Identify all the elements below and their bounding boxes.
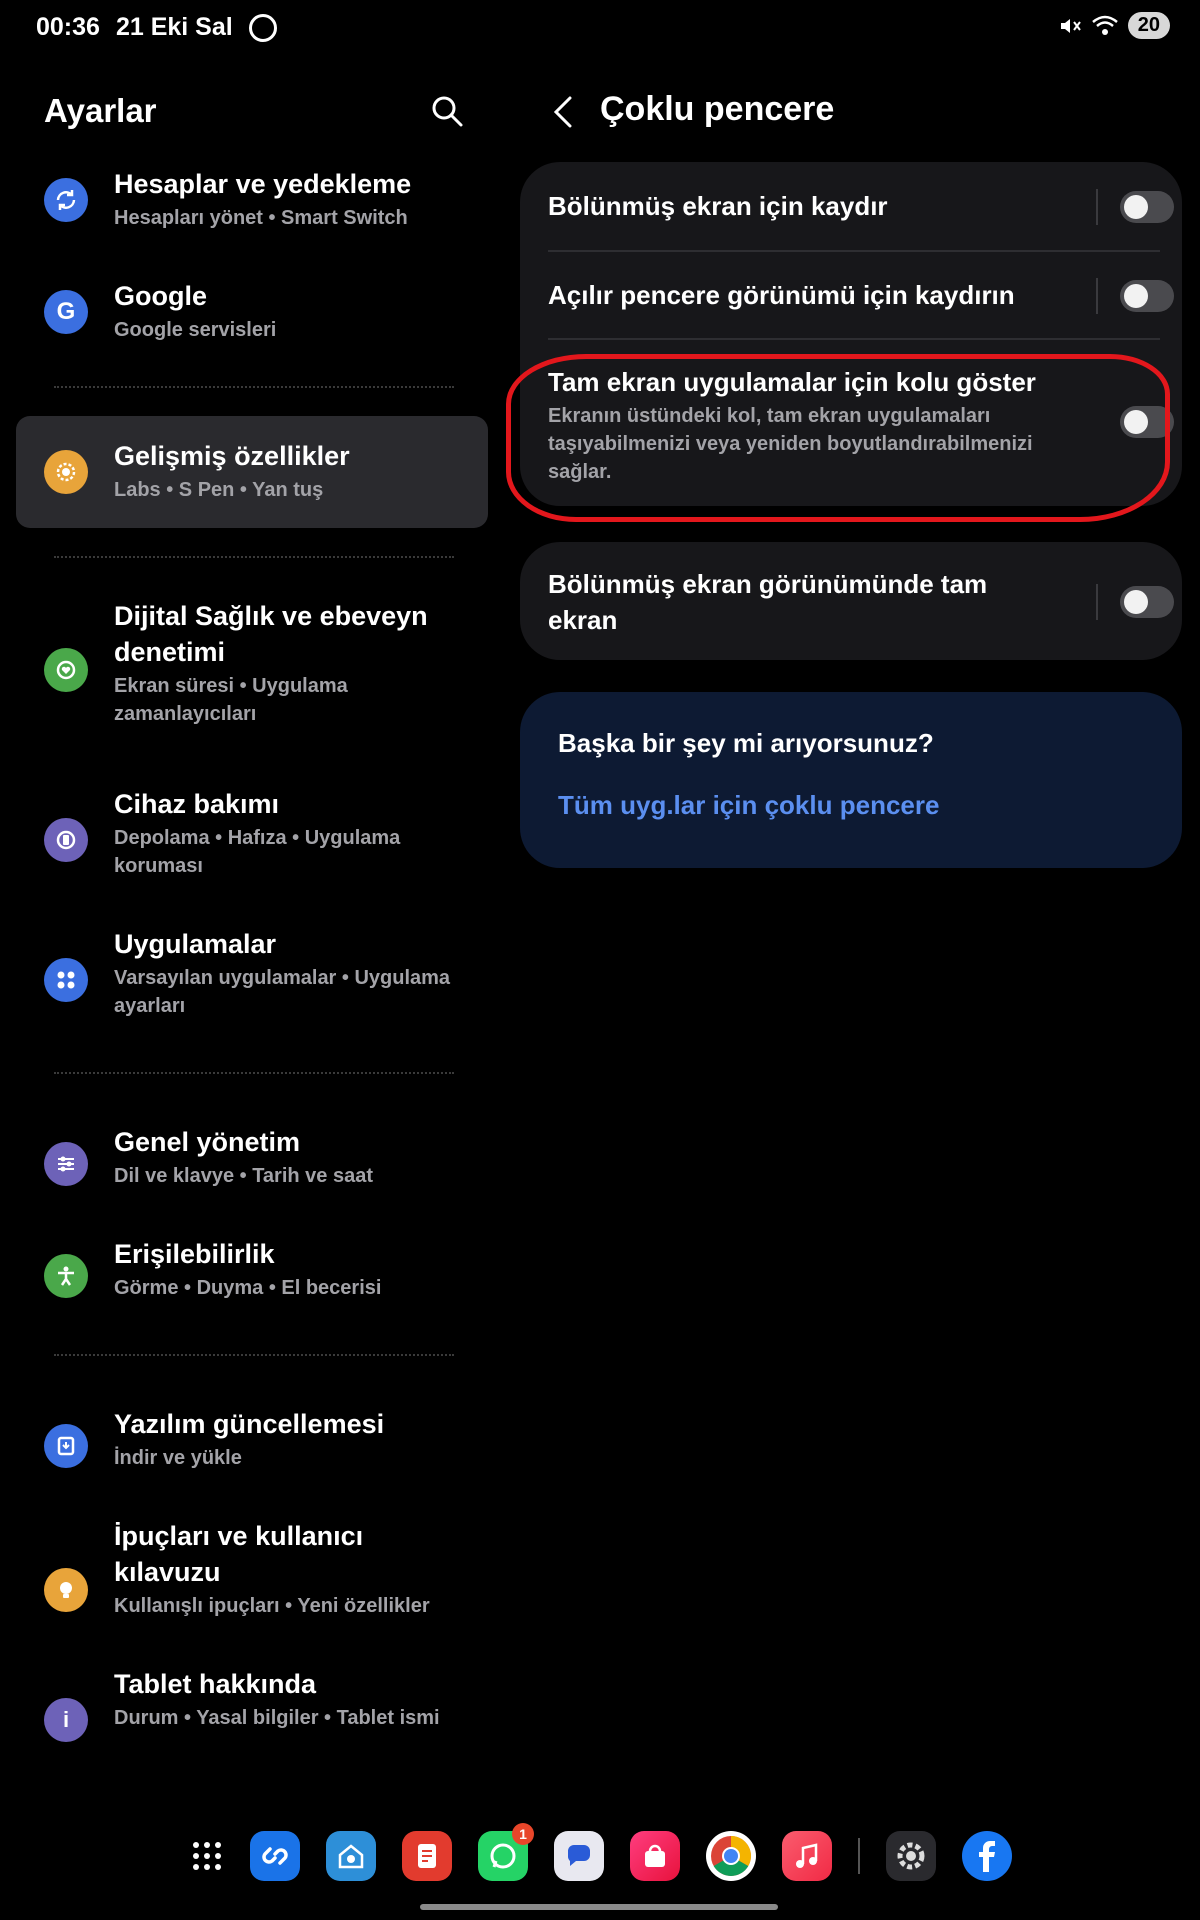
whatsapp-notification-icon (248, 13, 277, 42)
row-divider (548, 338, 1160, 340)
settings-item-title: Erişilebilirlik (114, 1239, 275, 1269)
toggle-row-split-fullscreen[interactable]: Bölünmüş ekran görünümünde tam ekran (548, 562, 1174, 642)
settings-item-google[interactable]: G Google Google servisleri (16, 268, 488, 358)
settings-item-about-tablet[interactable]: i Tablet hakkında Durum • Yasal bilgiler… (16, 1666, 488, 1776)
settings-item-subtitle: Kullanışlı ipuçları • Yeni özellikler (114, 1595, 430, 1617)
section-divider (54, 386, 454, 388)
section-divider (54, 1354, 454, 1356)
settings-item-title: Gelişmiş özellikler (114, 441, 350, 471)
toggle-row-title: Bölünmüş ekran görünümünde tam ekran (548, 569, 988, 635)
wifi-icon (1091, 15, 1118, 35)
settings-item-device-care[interactable]: Cihaz bakımı Depolama • Hafıza • Uygulam… (16, 786, 488, 896)
dock-separator (858, 1838, 860, 1874)
settings-gear-icon[interactable] (886, 1831, 936, 1881)
row-separator (1096, 189, 1098, 225)
swipe-split-toggle[interactable] (1120, 191, 1174, 223)
home-gesture-bar[interactable] (420, 1904, 778, 1910)
settings-item-subtitle: İndir ve yükle (114, 1447, 242, 1469)
settings-list-pane: Ayarlar Hesaplar ve yedekleme Hesapları … (0, 58, 488, 1818)
smartthings-icon[interactable] (326, 1831, 376, 1881)
settings-item-title: Dijital Sağlık ve ebeveyn denetimi (114, 601, 428, 667)
toggle-row-swipe-popup[interactable]: Açılır pencere görünümü için kaydırın (548, 274, 1174, 316)
settings-item-subtitle: Durum • Yasal bilgiler • Tablet ismi (114, 1707, 440, 1729)
facebook-icon[interactable] (962, 1831, 1012, 1881)
looking-for-something-title: Başka bir şey mi arıyorsunuz? (558, 728, 934, 758)
looking-for-something-card: Başka bir şey mi arıyorsunuz? Tüm uyg.la… (520, 692, 1182, 868)
settings-item-apps[interactable]: Uygulamalar Varsayılan uygulamalar • Uyg… (16, 926, 488, 1036)
back-arrow-icon[interactable] (550, 94, 578, 130)
settings-item-subtitle: Varsayılan uygulamalar • Uygulama ayarla… (114, 967, 451, 1017)
settings-item-title: Uygulamalar (114, 929, 277, 959)
general-management-icon (44, 1142, 88, 1186)
settings-item-advanced-features[interactable]: Gelişmiş özellikler Labs • S Pen • Yan t… (16, 416, 488, 528)
multi-window-all-apps-link[interactable]: Tüm uyg.lar için çoklu pencere (558, 790, 939, 821)
settings-item-digital-wellbeing[interactable]: Dijital Sağlık ve ebeveyn denetimi Ekran… (16, 598, 488, 728)
settings-item-subtitle: Depolama • Hafıza • Uygulama koruması (114, 827, 401, 877)
galaxy-store-icon[interactable] (630, 1831, 680, 1881)
settings-item-subtitle: Hesapları yönet • Smart Switch (114, 207, 408, 229)
swipe-popup-toggle[interactable] (1120, 280, 1174, 312)
page-title: Çoklu pencere (600, 90, 835, 128)
notes-icon[interactable] (402, 1831, 452, 1881)
split-fullscreen-toggle[interactable] (1120, 586, 1174, 618)
settings-title: Ayarlar (44, 92, 157, 129)
section-divider (54, 556, 454, 558)
settings-card: Bölünmüş ekran görünümünde tam ekran (520, 542, 1182, 660)
settings-item-accounts[interactable]: Hesaplar ve yedekleme Hesapları yönet • … (16, 156, 488, 246)
red-highlight-annotation (506, 354, 1170, 522)
settings-item-general-management[interactable]: Genel yönetim Dil ve klavye • Tarih ve s… (16, 1124, 488, 1204)
advanced-features-icon (44, 450, 88, 494)
battery-indicator: 20 (1127, 12, 1170, 39)
section-divider (54, 1072, 454, 1074)
accessibility-icon (44, 1254, 88, 1298)
settings-item-title: Google (114, 281, 207, 311)
shazam-icon[interactable] (250, 1831, 300, 1881)
chrome-icon[interactable] (706, 1831, 756, 1881)
row-separator (1096, 584, 1098, 620)
settings-item-title: İpuçları ve kullanıcı kılavuzu (114, 1521, 364, 1587)
settings-item-title: Yazılım güncellemesi (114, 1409, 385, 1439)
settings-item-accessibility[interactable]: Erişilebilirlik Görme • Duyma • El becer… (16, 1236, 488, 1316)
status-time: 00:36 (36, 13, 100, 41)
status-bar: 00:36 21 Eki Sal 20 (0, 0, 1200, 58)
software-update-icon (44, 1424, 88, 1468)
tips-icon (44, 1568, 88, 1612)
music-icon[interactable] (782, 1831, 832, 1881)
row-divider (548, 250, 1160, 252)
settings-item-subtitle: Ekran süresi • Uygulama zamanlayıcıları (114, 675, 348, 725)
info-icon: i (44, 1698, 88, 1742)
settings-item-software-update[interactable]: Yazılım güncellemesi İndir ve yükle (16, 1406, 488, 1486)
search-icon[interactable] (430, 94, 464, 128)
settings-item-title: Hesaplar ve yedekleme (114, 169, 412, 199)
settings-item-subtitle: Dil ve klavye • Tarih ve saat (114, 1165, 374, 1187)
app-drawer-icon[interactable] (190, 1831, 224, 1881)
settings-item-subtitle: Görme • Duyma • El becerisi (114, 1277, 382, 1299)
row-separator (1096, 278, 1098, 314)
settings-item-subtitle: Google servisleri (114, 319, 277, 341)
taskbar-dock: 1 (190, 1823, 1012, 1886)
settings-item-title: Tablet hakkında (114, 1669, 317, 1699)
toggle-row-title: Bölünmüş ekran için kaydır (548, 191, 888, 221)
messages-icon[interactable] (554, 1831, 604, 1881)
whatsapp-badge: 1 (512, 1823, 534, 1845)
settings-item-tips[interactable]: İpuçları ve kullanıcı kılavuzu Kullanışl… (16, 1518, 488, 1638)
apps-icon (44, 958, 88, 1002)
toggle-row-swipe-split[interactable]: Bölünmüş ekran için kaydır (548, 186, 1174, 228)
whatsapp-icon[interactable]: 1 (478, 1823, 534, 1881)
status-date: 21 Eki Sal (115, 13, 233, 41)
settings-item-subtitle: Labs • S Pen • Yan tuş (114, 479, 324, 501)
sync-icon (44, 178, 88, 222)
device-care-icon (44, 818, 88, 862)
mute-icon (1060, 18, 1081, 33)
google-icon: G (44, 290, 88, 334)
settings-item-title: Cihaz bakımı (114, 789, 280, 819)
toggle-row-title: Açılır pencere görünümü için kaydırın (548, 280, 1015, 310)
settings-item-title: Genel yönetim (114, 1127, 301, 1157)
wellbeing-icon (44, 648, 88, 692)
